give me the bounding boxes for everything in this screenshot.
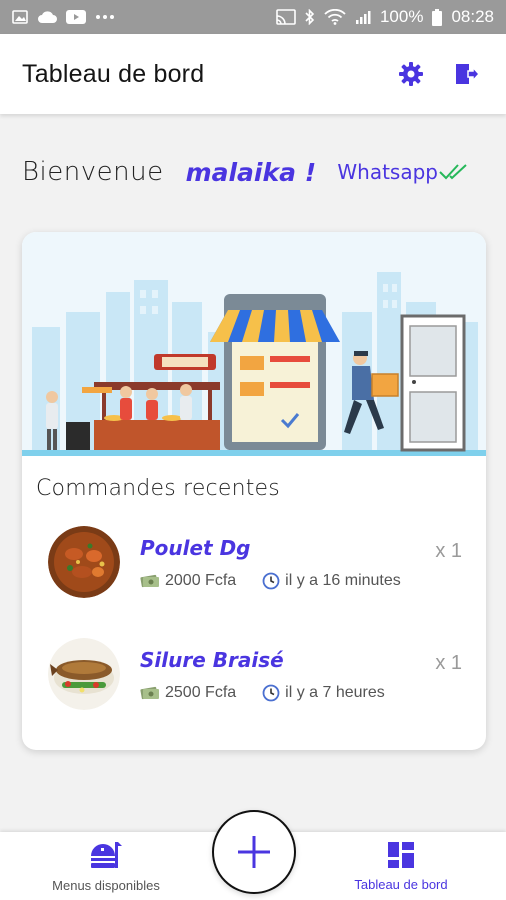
logout-icon bbox=[456, 64, 480, 84]
clock: 08:28 bbox=[451, 7, 494, 26]
list-item[interactable]: Poulet Dg x 1 2000 Fcfa il y a 16 minute… bbox=[48, 526, 462, 608]
page-title: Tableau de bord bbox=[22, 59, 205, 88]
dashboard-icon bbox=[388, 841, 414, 868]
dish-name: Poulet Dg bbox=[140, 536, 251, 560]
money-icon bbox=[140, 685, 160, 701]
logout-button[interactable] bbox=[450, 57, 484, 91]
order-price: 2500 Fcfa bbox=[140, 684, 236, 702]
clock-icon bbox=[262, 572, 280, 590]
nav-tableau-de-bord[interactable]: Tableau de bord bbox=[336, 832, 466, 900]
battery-percentage: 100% bbox=[379, 7, 424, 26]
food-menu-icon bbox=[91, 841, 122, 868]
cast-icon bbox=[276, 9, 296, 25]
order-meta: 2500 Fcfa il y a 7 heures bbox=[140, 684, 385, 702]
welcome-label: Bienvenue bbox=[22, 157, 164, 187]
user-name: malaika ! bbox=[185, 157, 317, 187]
status-bar: 100% 08:28 bbox=[0, 0, 506, 34]
dish-photo bbox=[48, 526, 120, 598]
add-button[interactable] bbox=[212, 810, 296, 894]
price-text: 2500 Fcfa bbox=[165, 684, 237, 701]
order-time: il y a 7 heures bbox=[262, 684, 385, 702]
nav-label: Tableau de bord bbox=[354, 876, 448, 892]
wifi-icon bbox=[324, 9, 346, 25]
order-quantity: x 1 bbox=[435, 652, 462, 674]
time-text: il y a 7 heures bbox=[285, 684, 385, 701]
order-time: il y a 16 minutes bbox=[262, 572, 401, 590]
clock-icon bbox=[262, 684, 280, 702]
welcome-row: Bienvenue malaika ! Whatsapp bbox=[22, 150, 484, 194]
more-notifications-icon bbox=[96, 15, 114, 19]
time-text: il y a 16 minutes bbox=[285, 572, 401, 589]
order-quantity: x 1 bbox=[435, 540, 462, 562]
shop-illustration bbox=[22, 232, 486, 456]
settings-button[interactable] bbox=[394, 57, 428, 91]
youtube-icon bbox=[66, 10, 86, 24]
whatsapp-label: Whatsapp bbox=[337, 160, 438, 184]
nav-label: Menus disponibles bbox=[52, 877, 160, 893]
gallery-icon bbox=[12, 10, 28, 24]
list-item[interactable]: Silure Braisé x 1 2500 Fcfa il y a 7 heu… bbox=[48, 638, 462, 720]
bluetooth-icon bbox=[305, 9, 315, 25]
nav-menus-disponibles[interactable]: Menus disponibles bbox=[41, 832, 171, 900]
cloud-icon bbox=[38, 11, 57, 23]
dish-photo bbox=[48, 638, 120, 710]
signal-icon bbox=[355, 11, 371, 24]
app-bar: Tableau de bord bbox=[0, 34, 506, 114]
price-text: 2000 Fcfa bbox=[165, 572, 237, 589]
gear-icon bbox=[399, 62, 423, 86]
whatsapp-link[interactable]: Whatsapp bbox=[337, 160, 470, 184]
recent-orders-card: Commandes recentes Poulet Dg x 1 2000 Fc… bbox=[22, 232, 486, 750]
recent-orders-heading: Commandes recentes bbox=[36, 476, 280, 501]
dish-name: Silure Braisé bbox=[140, 648, 284, 672]
battery-icon bbox=[432, 8, 443, 26]
money-icon bbox=[140, 573, 160, 589]
plus-icon bbox=[238, 836, 270, 868]
order-price: 2000 Fcfa bbox=[140, 572, 236, 590]
order-meta: 2000 Fcfa il y a 16 minutes bbox=[140, 572, 401, 590]
double-check-icon bbox=[439, 164, 467, 180]
